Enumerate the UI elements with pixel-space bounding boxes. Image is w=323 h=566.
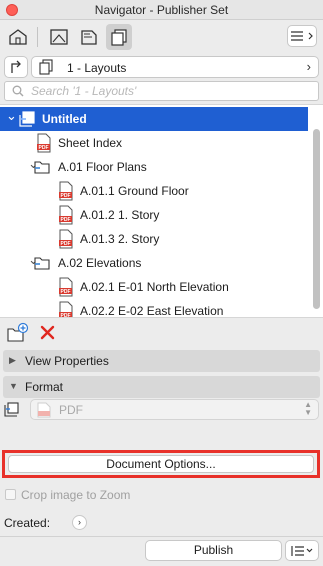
crop-image-row: Crop image to Zoom bbox=[0, 486, 323, 504]
disclosure-down-icon: ▼ bbox=[9, 381, 18, 391]
disclosure-open-icon[interactable]: ⌄ bbox=[6, 108, 17, 124]
pdf-file-icon: PDF bbox=[56, 181, 76, 201]
tree-row-label: Untitled bbox=[42, 112, 87, 126]
disclosure-right-icon: ▶ bbox=[9, 355, 16, 365]
publish-button[interactable]: Publish bbox=[145, 540, 282, 561]
chevron-right-icon bbox=[308, 32, 313, 40]
tree-row[interactable]: ⌄ Untitled bbox=[0, 107, 308, 131]
tree-row-label: A.02.1 E-01 North Elevation bbox=[80, 280, 229, 294]
up-arrow-icon bbox=[11, 60, 21, 73]
folder-icon bbox=[34, 253, 54, 273]
publisher-sets-icon bbox=[111, 29, 127, 46]
tree-row-label: A.01 Floor Plans bbox=[58, 160, 147, 174]
tree-row[interactable]: PDF A.01.3 2. Story bbox=[0, 227, 308, 251]
tree-row[interactable]: PDF A.01.2 1. Story bbox=[0, 203, 308, 227]
svg-text:PDF: PDF bbox=[61, 289, 71, 295]
up-down-chevron-icon: ▲ ▼ bbox=[304, 400, 312, 417]
document-options-button[interactable]: Document Options... bbox=[8, 455, 314, 473]
publish-format-icon bbox=[4, 402, 19, 417]
delete-button[interactable] bbox=[37, 322, 59, 344]
tree-row[interactable]: ⌄ A.01 Floor Plans bbox=[0, 155, 308, 179]
tree-row[interactable]: PDF A.01.1 Ground Floor bbox=[0, 179, 308, 203]
svg-text:PDF: PDF bbox=[61, 241, 71, 247]
created-label: Created: bbox=[4, 516, 51, 530]
tree-row[interactable]: ⌄ A.02 Elevations bbox=[0, 251, 308, 275]
tree-row-label: A.02 Elevations bbox=[58, 256, 142, 270]
publisher-set-icon bbox=[18, 109, 38, 129]
list-options-icon bbox=[291, 546, 313, 556]
tree-scrollbar-thumb[interactable] bbox=[313, 129, 320, 309]
view-properties-label: View Properties bbox=[25, 354, 109, 368]
hamburger-menu-icon bbox=[291, 31, 303, 41]
toolbar-separator bbox=[37, 27, 38, 47]
tree-row[interactable]: PDF A.02.2 E-02 East Elevation bbox=[0, 299, 308, 318]
pdf-file-icon: PDF bbox=[56, 229, 76, 249]
folder-icon bbox=[34, 157, 54, 177]
selected-set-label: 1 - Layouts bbox=[67, 61, 127, 75]
format-label: Format bbox=[25, 380, 64, 394]
view-properties-panel-header[interactable]: ▶ View Properties bbox=[3, 350, 320, 372]
tree-row-label: A.01.1 Ground Floor bbox=[80, 184, 189, 198]
publisher-sets-icon bbox=[39, 59, 53, 75]
close-window-button[interactable] bbox=[6, 4, 18, 16]
crop-image-label: Crop image to Zoom bbox=[21, 488, 131, 502]
svg-text:PDF: PDF bbox=[61, 217, 71, 223]
go-up-button[interactable] bbox=[4, 56, 28, 78]
navigator-menu-button[interactable] bbox=[287, 25, 317, 47]
view-map-button[interactable] bbox=[46, 24, 72, 50]
title-bar: Navigator - Publisher Set bbox=[0, 0, 323, 20]
document-options-highlight: Document Options... bbox=[2, 450, 320, 478]
publisher-sets-button[interactable] bbox=[106, 24, 132, 50]
pdf-file-icon bbox=[37, 402, 51, 418]
bottom-bar: Publish bbox=[0, 536, 323, 566]
publisher-set-selector[interactable]: 1 - Layouts › bbox=[31, 56, 319, 78]
layout-book-icon bbox=[81, 30, 97, 45]
svg-text:PDF: PDF bbox=[61, 193, 71, 199]
search-input[interactable] bbox=[31, 84, 311, 98]
tree-row-label: A.01.3 2. Story bbox=[80, 232, 160, 246]
delete-icon bbox=[40, 325, 55, 340]
view-map-icon bbox=[50, 29, 68, 45]
tree-row[interactable]: PDF A.02.1 E-01 North Elevation bbox=[0, 275, 308, 299]
set-selector-row: 1 - Layouts › bbox=[0, 56, 323, 80]
publish-options-button[interactable] bbox=[285, 540, 319, 561]
navigator-toolbar bbox=[0, 20, 323, 54]
chevron-right-icon: › bbox=[306, 59, 311, 74]
format-selector[interactable]: PDF ▲ ▼ bbox=[30, 399, 319, 420]
format-row: PDF ▲ ▼ bbox=[0, 398, 323, 422]
pdf-file-icon: PDF bbox=[56, 277, 76, 297]
new-folder-icon bbox=[7, 322, 29, 342]
tree-row-label: Sheet Index bbox=[58, 136, 123, 150]
tree-row[interactable]: PDF Sheet Index bbox=[0, 131, 308, 155]
layout-book-button[interactable] bbox=[76, 24, 102, 50]
created-row: Created: › bbox=[0, 514, 323, 532]
tree-actions-bar bbox=[0, 320, 323, 346]
pdf-file-icon: PDF bbox=[56, 205, 76, 225]
publisher-set-tree: ⌄ Untitled PDF Sheet Index ⌄ A.01 Floor Plans… bbox=[0, 104, 323, 318]
tree-row-label: A.01.2 1. Story bbox=[80, 208, 160, 222]
created-arrow-button[interactable]: › bbox=[72, 515, 87, 530]
search-field bbox=[4, 81, 319, 101]
search-icon bbox=[12, 85, 24, 97]
format-panel-header[interactable]: ▼ Format bbox=[3, 376, 320, 398]
pdf-file-icon: PDF bbox=[34, 133, 54, 153]
format-value: PDF bbox=[59, 403, 83, 417]
pdf-file-icon: PDF bbox=[56, 301, 76, 318]
crop-image-checkbox[interactable] bbox=[5, 489, 16, 500]
project-map-button[interactable] bbox=[5, 24, 31, 50]
window-title: Navigator - Publisher Set bbox=[94, 3, 229, 17]
svg-text:PDF: PDF bbox=[39, 145, 49, 151]
project-map-icon bbox=[9, 29, 27, 45]
new-folder-button[interactable] bbox=[7, 322, 29, 344]
tree-row-label: A.02.2 E-02 East Elevation bbox=[80, 304, 224, 318]
svg-text:PDF: PDF bbox=[61, 313, 71, 318]
